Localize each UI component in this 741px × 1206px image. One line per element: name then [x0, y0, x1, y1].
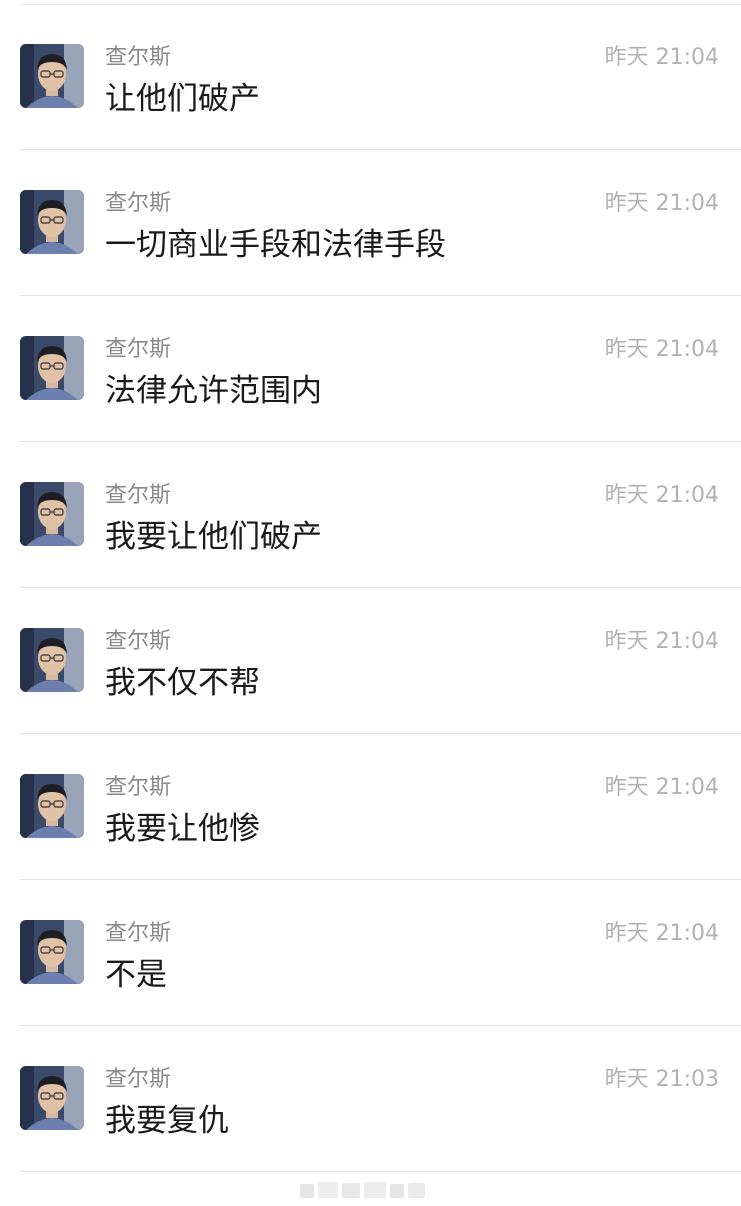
message-time: 昨天 21:04 [604, 191, 719, 216]
message-preview: 法律允许范围内 [105, 373, 322, 409]
message-preview: 让他们破产 [105, 81, 260, 117]
avatar[interactable] [20, 774, 84, 838]
message-item[interactable]: 查尔斯 昨天 21:04 让他们破产 [0, 4, 741, 150]
avatar[interactable] [20, 44, 84, 108]
sender-name: 查尔斯 [105, 921, 172, 946]
avatar[interactable] [20, 336, 84, 400]
avatar[interactable] [20, 1066, 84, 1130]
message-item[interactable]: 查尔斯 昨天 21:04 一切商业手段和法律手段 [0, 150, 741, 296]
message-preview: 一切商业手段和法律手段 [105, 227, 446, 263]
avatar[interactable] [20, 920, 84, 984]
message-preview: 我要让他惨 [105, 811, 260, 847]
avatar[interactable] [20, 190, 84, 254]
watermark [300, 1180, 425, 1200]
message-item[interactable]: 查尔斯 昨天 21:03 我要复仇 [0, 1026, 741, 1172]
message-time: 昨天 21:04 [604, 775, 719, 800]
avatar[interactable] [20, 628, 84, 692]
message-time: 昨天 21:04 [604, 483, 719, 508]
sender-name: 查尔斯 [105, 629, 172, 654]
sender-name: 查尔斯 [105, 483, 172, 508]
avatar[interactable] [20, 482, 84, 546]
sender-name: 查尔斯 [105, 191, 172, 216]
sender-name: 查尔斯 [105, 45, 172, 70]
message-preview: 我要复仇 [105, 1103, 229, 1139]
message-item[interactable]: 查尔斯 昨天 21:04 不是 [0, 880, 741, 1026]
message-item[interactable]: 查尔斯 昨天 21:04 我要让他惨 [0, 734, 741, 880]
sender-name: 查尔斯 [105, 337, 172, 362]
row-divider [20, 1171, 741, 1172]
message-time: 昨天 21:03 [604, 1067, 719, 1092]
message-time: 昨天 21:04 [604, 629, 719, 654]
message-item[interactable]: 查尔斯 昨天 21:04 我要让他们破产 [0, 442, 741, 588]
message-preview: 不是 [105, 957, 167, 993]
message-preview: 我要让他们破产 [105, 519, 322, 555]
sender-name: 查尔斯 [105, 775, 172, 800]
message-preview: 我不仅不帮 [105, 665, 260, 701]
message-item[interactable]: 查尔斯 昨天 21:04 法律允许范围内 [0, 296, 741, 442]
message-time: 昨天 21:04 [604, 921, 719, 946]
sender-name: 查尔斯 [105, 1067, 172, 1092]
message-time: 昨天 21:04 [604, 45, 719, 70]
message-time: 昨天 21:04 [604, 337, 719, 362]
message-item[interactable]: 查尔斯 昨天 21:04 我不仅不帮 [0, 588, 741, 734]
